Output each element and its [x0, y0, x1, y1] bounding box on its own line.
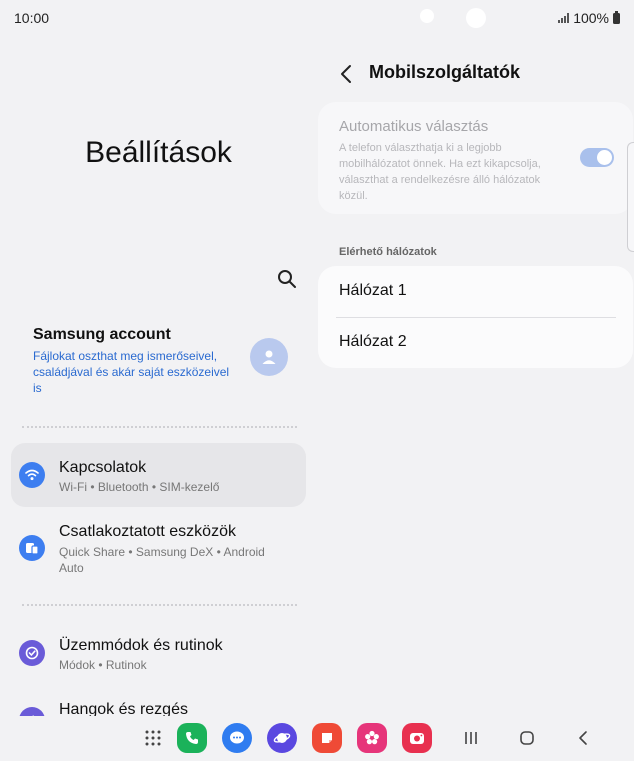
connected-devices-icon — [19, 535, 45, 561]
account-description: Fájlokat oszthat meg ismerőseivel, csalá… — [33, 349, 230, 395]
samsung-account-card[interactable]: Samsung account Fájlokat oszthat meg ism… — [20, 314, 305, 395]
gallery-app-icon[interactable] — [357, 723, 387, 753]
status-indicators: 100% — [558, 10, 620, 26]
automatic-selection-card[interactable]: Automatikus választás A telefon választh… — [318, 102, 633, 214]
account-title: Samsung account — [33, 326, 171, 343]
battery-icon — [613, 10, 620, 24]
available-networks-header: Elérhető hálózatok — [339, 246, 437, 258]
network-item-1[interactable]: Hálózat 1 — [318, 266, 633, 318]
phone-app-icon[interactable] — [177, 723, 207, 753]
setting-item-connected-devices[interactable]: Csatlakoztatott eszközök Quick Share • S… — [11, 511, 306, 581]
home-button[interactable] — [515, 726, 539, 750]
setting-title: Hangok és rezgés — [59, 701, 188, 716]
networks-list: Hálózat 1 Hálózat 2 — [318, 266, 633, 368]
avatar[interactable] — [250, 338, 288, 376]
setting-title: Üzemmódok és rutinok — [59, 637, 223, 654]
person-icon — [262, 350, 276, 364]
setting-title: Csatlakoztatott eszközök — [59, 523, 236, 540]
page-title: Beállítások — [85, 136, 232, 169]
section-divider — [22, 426, 297, 428]
recent-apps-button[interactable] — [459, 726, 483, 750]
network-operators-panel: Mobilszolgáltatók Automatikus választás … — [317, 36, 634, 716]
modes-icon — [19, 640, 45, 666]
wifi-icon — [19, 462, 45, 488]
settings-panel: Beállítások Samsung account Fájlokat osz… — [0, 36, 317, 716]
taskbar — [0, 716, 634, 761]
camera-app-icon[interactable] — [402, 723, 432, 753]
network-label: Hálózat 2 — [339, 333, 407, 350]
messages-app-icon[interactable] — [222, 723, 252, 753]
automatic-selection-toggle[interactable] — [580, 148, 614, 167]
back-button[interactable] — [335, 62, 357, 86]
chevron-left-icon — [341, 65, 351, 83]
setting-item-connections[interactable]: Kapcsolatok Wi-Fi • Bluetooth • SIM-keze… — [11, 443, 306, 507]
apps-grid-button[interactable] — [138, 723, 168, 753]
network-label: Hálózat 1 — [339, 282, 407, 299]
setting-item-modes-routines[interactable]: Üzemmódok és rutinok Módok • Rutinok — [11, 624, 306, 684]
apps-grid-icon — [145, 730, 161, 746]
toggle-knob — [597, 150, 612, 165]
battery-percent: 100% — [573, 10, 609, 26]
network-item-2[interactable]: Hálózat 2 — [318, 317, 633, 368]
sound-icon — [19, 707, 45, 716]
signal-icon — [558, 13, 570, 23]
section-divider — [22, 604, 297, 606]
search-button[interactable] — [274, 266, 300, 292]
setting-subtitle: Quick Share • Samsung DeX • Android Auto — [59, 545, 265, 575]
scroll-handle[interactable] — [627, 142, 634, 252]
back-icon — [579, 731, 587, 745]
setting-subtitle: Wi-Fi • Bluetooth • SIM-kezelő — [59, 480, 220, 494]
notes-app-icon[interactable] — [312, 723, 342, 753]
camera-cutout-large — [466, 8, 486, 28]
back-nav-button[interactable] — [571, 726, 595, 750]
status-bar: 10:00 100% — [0, 0, 634, 36]
search-icon — [278, 270, 296, 288]
home-icon — [520, 731, 534, 745]
internet-app-icon[interactable] — [267, 723, 297, 753]
automatic-selection-description: A telefon választhatja ki a legjobb mobi… — [339, 142, 541, 202]
panel-title: Mobilszolgáltatók — [369, 62, 521, 82]
setting-item-sounds-vibration[interactable]: Hangok és rezgés — [11, 691, 306, 716]
setting-subtitle: Módok • Rutinok — [59, 658, 147, 672]
automatic-selection-title: Automatikus választás — [339, 118, 489, 135]
camera-cutout — [420, 9, 434, 23]
recent-apps-icon — [465, 732, 477, 744]
setting-title: Kapcsolatok — [59, 459, 147, 476]
